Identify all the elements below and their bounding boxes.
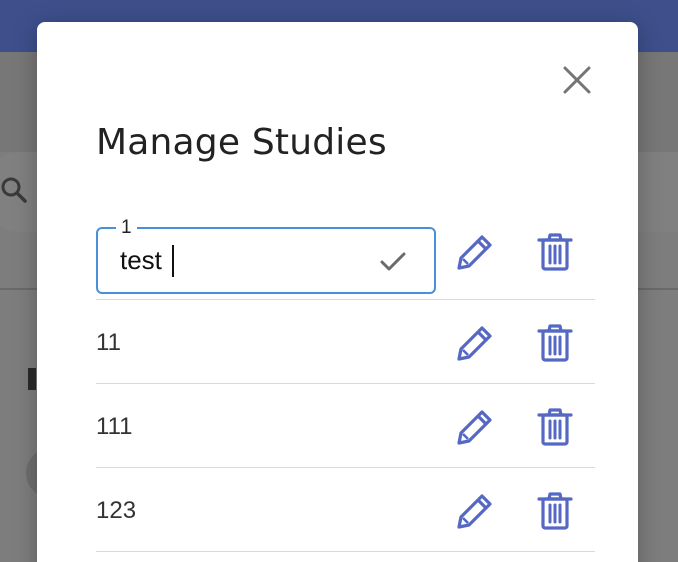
- delete-study-button[interactable]: [533, 489, 577, 533]
- trash-icon: [537, 408, 573, 446]
- dialog-title: Manage Studies: [96, 122, 387, 163]
- edit-study-button[interactable]: [453, 321, 497, 365]
- edit-study-button[interactable]: [453, 405, 497, 449]
- trash-icon: [537, 492, 573, 530]
- edit-study-button[interactable]: [453, 489, 497, 533]
- study-row: 111: [96, 384, 595, 468]
- study-name: 11: [96, 329, 121, 356]
- pencil-icon: [457, 494, 492, 529]
- screen: Manage Studies 1 test 11 111 123: [0, 0, 678, 562]
- study-row: 123: [96, 468, 595, 552]
- pencil-icon: [457, 326, 492, 361]
- background-heading-fragment: [28, 368, 36, 390]
- manage-studies-dialog: Manage Studies 1 test 11 111 123: [37, 22, 638, 562]
- study-row: 11: [96, 300, 595, 384]
- close-button[interactable]: [561, 64, 593, 96]
- study-row-editing: [96, 216, 595, 300]
- background-search-icon: [1, 177, 27, 203]
- study-name: 111: [96, 413, 133, 440]
- pencil-icon: [457, 410, 492, 445]
- row-divider: [96, 551, 595, 552]
- delete-study-button[interactable]: [533, 405, 577, 449]
- study-name: 123: [96, 497, 137, 524]
- close-icon: [563, 66, 591, 94]
- trash-icon: [537, 324, 573, 362]
- delete-study-button[interactable]: [533, 321, 577, 365]
